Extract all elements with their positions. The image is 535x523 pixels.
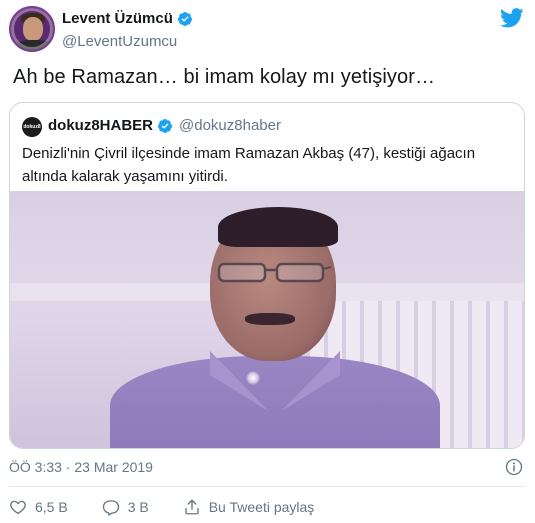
quoted-media-image[interactable] [10,191,524,448]
verified-badge-icon [177,11,192,26]
quoted-name-row: dokuz8HABER @dokuz8haber [48,117,281,134]
divider [9,486,525,487]
heart-icon [10,500,26,515]
tweet-timestamp[interactable]: ÖÖ 3:33 · 23 Mar 2019 [9,459,153,475]
tweet-card: Levent Üzümcü @LeventUzumcu Ah be Ramaza… [0,0,535,523]
quoted-avatar[interactable]: dokuz8 [22,117,42,137]
author-name-row[interactable]: Levent Üzümcü [62,10,193,27]
tweet-text: Ah be Ramazan… bi imam kolay mı yetişiyo… [13,66,436,88]
quoted-avatar-logo: dokuz8 [23,124,41,130]
author-display-name[interactable]: Levent Üzümcü [62,10,173,27]
author-avatar[interactable] [9,6,55,52]
reply-icon [102,500,119,516]
share-label: Bu Tweeti paylaş [208,499,315,515]
reply-button[interactable]: 3 B [102,498,149,516]
like-count: 6,5 B [35,499,68,515]
action-bar: 6,5 B 3 B Bu Tweeti paylaş [9,498,348,516]
quoted-handle[interactable]: @dokuz8haber [179,117,281,134]
quoted-display-name[interactable]: dokuz8HABER [48,117,153,134]
share-icon [185,499,199,515]
quoted-text: Denizli'nin Çivril ilçesinde imam Ramaza… [22,145,476,185]
author-handle[interactable]: @LeventUzumcu [62,33,177,50]
info-icon[interactable] [505,458,523,476]
share-button[interactable]: Bu Tweeti paylaş [183,498,315,516]
twitter-bird-icon[interactable] [500,8,524,28]
verified-badge-icon [158,118,173,133]
like-button[interactable]: 6,5 B [9,498,68,516]
quoted-tweet[interactable]: dokuz8 dokuz8HABER @dokuz8haber Denizli'… [9,102,525,449]
reply-count: 3 B [127,499,149,515]
